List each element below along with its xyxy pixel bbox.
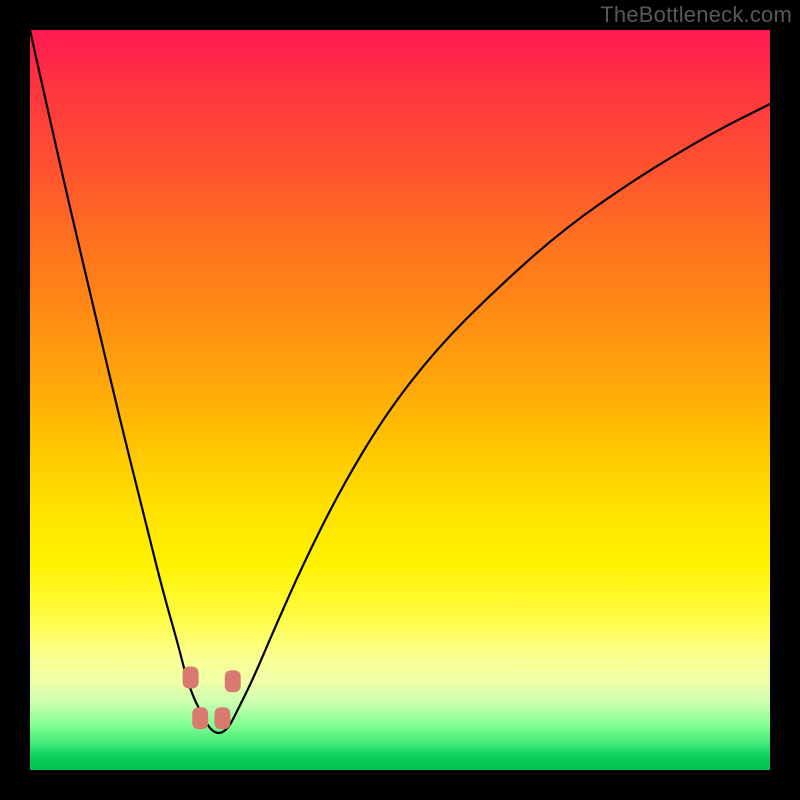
plot-area [30, 30, 770, 770]
curve-marker [192, 707, 208, 729]
curve-marker [225, 670, 241, 692]
curve-marker [183, 667, 199, 689]
bottleneck-curve [30, 30, 770, 770]
watermark-text: TheBottleneck.com [600, 2, 792, 28]
curve-line [30, 30, 770, 733]
curve-marker [214, 707, 230, 729]
chart-container: TheBottleneck.com [0, 0, 800, 800]
